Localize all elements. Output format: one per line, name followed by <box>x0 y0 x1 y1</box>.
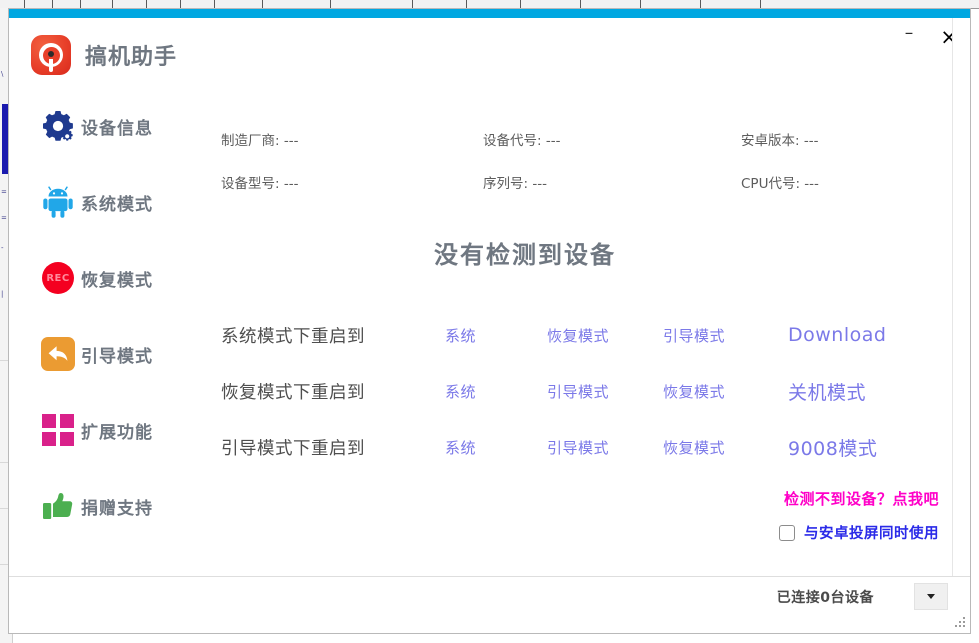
reboot-link-recovery-to-bootloader[interactable]: 引导模式 <box>547 381 663 402</box>
sidebar-item-extensions[interactable]: 扩展功能 <box>9 399 205 461</box>
reboot-link-recovery-to-poweroff[interactable]: 关机模式 <box>788 378 938 405</box>
device-info-android-version: 安卓版本: --- <box>741 129 961 149</box>
sidebar-label-recovery-mode: 恢复模式 <box>81 266 153 291</box>
sidebar-item-system-mode[interactable]: 系统模式 <box>9 171 205 233</box>
back-arrow-icon <box>35 337 81 371</box>
reboot-link-system-to-bootloader[interactable]: 引导模式 <box>663 325 788 346</box>
app-logo-icon <box>31 35 71 75</box>
sidebar-label-donate: 捐赠支持 <box>81 494 153 519</box>
device-info-model-label: 设备型号: <box>221 176 280 192</box>
reboot-link-bootloader-to-system[interactable]: 系统 <box>445 437 547 458</box>
thumbs-up-icon <box>35 489 81 523</box>
minimize-button[interactable]: – <box>896 21 922 53</box>
sidebar: 设备信息 <box>9 95 205 625</box>
reboot-link-system-to-recovery[interactable]: 恢复模式 <box>547 325 663 346</box>
main-content: 制造厂商: --- 设备代号: --- 安卓版本: --- 设备型号: --- <box>205 95 971 634</box>
reboot-link-bootloader-to-recovery[interactable]: 恢复模式 <box>663 437 788 458</box>
device-info-manufacturer-value: --- <box>284 133 299 149</box>
reboot-link-recovery-to-recovery[interactable]: 恢复模式 <box>663 381 788 402</box>
device-info-cpu-value: --- <box>804 176 819 192</box>
reboot-row-label: 引导模式下重启到 <box>221 435 445 460</box>
cast-checkbox-row[interactable]: 与安卓投屏同时使用 <box>779 522 939 543</box>
reboot-row-from-recovery: 恢复模式下重启到 系统 引导模式 恢复模式 关机模式 <box>221 363 966 419</box>
reboot-link-system-to-system[interactable]: 系统 <box>445 325 547 346</box>
grid-squares-icon <box>35 414 81 446</box>
device-info-serial-label: 序列号: <box>483 176 528 192</box>
sidebar-label-extensions: 扩展功能 <box>81 418 153 443</box>
device-info-manufacturer-label: 制造厂商: <box>221 133 280 149</box>
device-info-codename: 设备代号: --- <box>483 129 741 149</box>
device-info-codename-label: 设备代号: <box>483 133 542 149</box>
sidebar-item-device-info[interactable]: 设备信息 <box>9 95 205 157</box>
device-info-cpu: CPU代号: --- <box>741 172 961 192</box>
window-right-rail <box>952 18 970 580</box>
sidebar-item-donate[interactable]: 捐赠支持 <box>9 475 205 537</box>
device-info-row: 设备型号: --- 序列号: --- CPU代号: --- <box>221 160 961 203</box>
cast-checkbox-label: 与安卓投屏同时使用 <box>804 522 939 543</box>
device-info-model-value: --- <box>284 176 299 192</box>
no-device-message: 没有检测到设备 <box>205 235 845 270</box>
sidebar-item-bootloader-mode[interactable]: 引导模式 <box>9 323 205 385</box>
reboot-link-bootloader-to-bootloader[interactable]: 引导模式 <box>547 437 663 458</box>
reboot-row-from-bootloader: 引导模式下重启到 系统 引导模式 恢复模式 9008模式 <box>221 419 966 475</box>
device-info-android-version-value: --- <box>804 133 819 149</box>
sidebar-label-bootloader-mode: 引导模式 <box>81 342 153 367</box>
cast-checkbox[interactable] <box>779 525 795 541</box>
status-bar: 已连接0台设备 <box>9 576 971 633</box>
device-info-android-version-label: 安卓版本: <box>741 133 800 149</box>
device-info-cpu-label: CPU代号: <box>741 176 800 192</box>
reboot-link-recovery-to-system[interactable]: 系统 <box>445 381 547 402</box>
gear-icon <box>35 109 81 143</box>
device-info-serial-value: --- <box>532 176 547 192</box>
reboot-row-label: 恢复模式下重启到 <box>221 379 445 404</box>
device-not-detected-help-link[interactable]: 检测不到设备？点我吧 <box>784 488 939 509</box>
reboot-row-from-system: 系统模式下重启到 系统 恢复模式 引导模式 Download <box>221 307 966 363</box>
resize-grip-icon[interactable] <box>955 617 967 629</box>
device-info-manufacturer: 制造厂商: --- <box>221 129 483 149</box>
device-info-codename-value: --- <box>546 133 561 149</box>
reboot-options-table: 系统模式下重启到 系统 恢复模式 引导模式 Download 恢复模式下重启到 … <box>221 307 966 475</box>
chevron-down-icon <box>927 594 935 599</box>
window-accent-bar <box>9 9 971 18</box>
device-info-row: 制造厂商: --- 设备代号: --- 安卓版本: --- <box>221 117 961 160</box>
device-info-serial: 序列号: --- <box>483 172 741 192</box>
device-info-model: 设备型号: --- <box>221 172 483 192</box>
device-selector-dropdown[interactable] <box>914 583 948 610</box>
connected-devices-status: 已连接0台设备 <box>777 587 874 607</box>
sidebar-label-system-mode: 系统模式 <box>81 190 153 215</box>
reboot-link-bootloader-to-9008[interactable]: 9008模式 <box>788 434 938 461</box>
reboot-row-label: 系统模式下重启到 <box>221 323 445 348</box>
rec-circle-icon: REC <box>35 262 81 294</box>
app-window: – × 搞机助手 <box>8 8 971 634</box>
app-title: 搞机助手 <box>85 39 177 71</box>
sidebar-item-recovery-mode[interactable]: REC 恢复模式 <box>9 247 205 309</box>
sidebar-label-device-info: 设备信息 <box>81 114 153 139</box>
rec-icon-text: REC <box>42 262 74 294</box>
android-robot-icon <box>35 186 81 218</box>
brand: 搞机助手 <box>31 35 177 75</box>
device-info-grid: 制造厂商: --- 设备代号: --- 安卓版本: --- 设备型号: --- <box>221 117 961 203</box>
reboot-link-system-to-download[interactable]: Download <box>788 324 938 346</box>
